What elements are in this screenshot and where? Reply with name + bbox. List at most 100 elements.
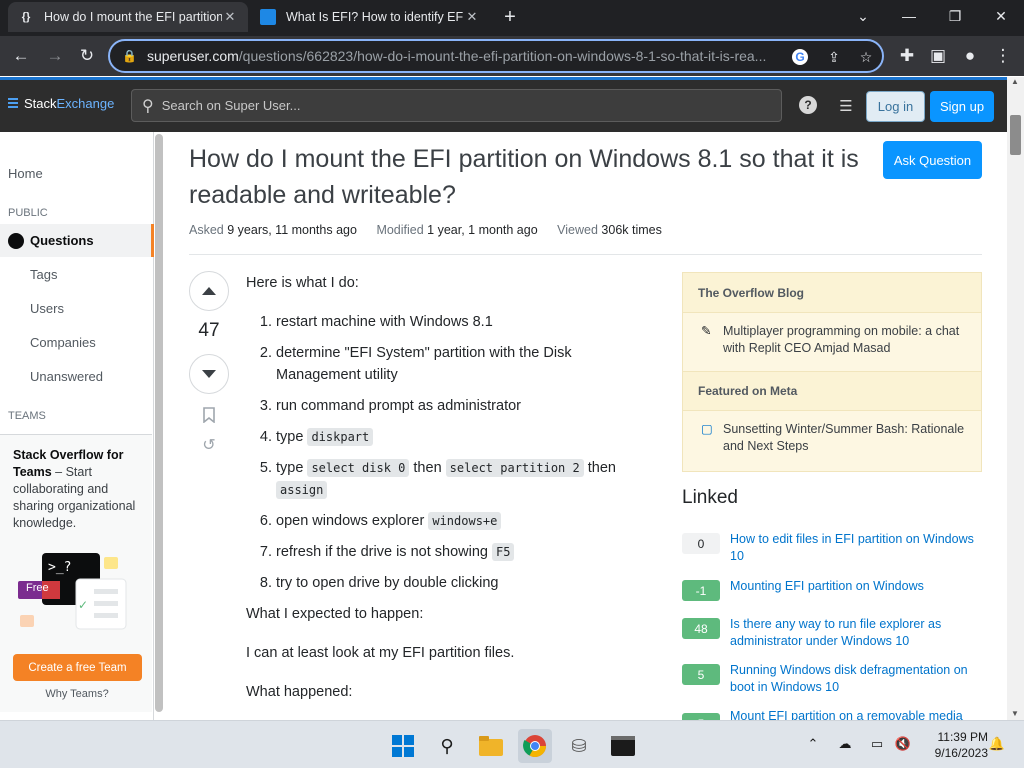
- share-icon[interactable]: ⇪: [824, 47, 844, 67]
- tab-superuser[interactable]: {} How do I mount the EFI partition on W…: [8, 2, 248, 32]
- restore-icon[interactable]: ❐: [932, 0, 978, 32]
- back-arrow-icon[interactable]: ←: [8, 44, 34, 68]
- side-panel-icon[interactable]: ▣: [925, 44, 951, 68]
- help-icon[interactable]: ?: [799, 96, 817, 114]
- taskbar-clock[interactable]: 11:39 PM 9/16/2023: [920, 729, 988, 761]
- viewed-value: 306k times: [601, 223, 662, 237]
- search-icon: ⚲: [142, 97, 154, 115]
- close-icon[interactable]: ✕: [464, 9, 480, 25]
- windows-taskbar: ⚲ ⛁ ⌃ ☁ ▭ 🔇 11:39 PM 9/16/2023 🔔: [0, 720, 1024, 768]
- viewed-label: Viewed: [557, 223, 598, 237]
- chevron-down-icon[interactable]: ⌄: [840, 0, 886, 32]
- divider: [189, 254, 982, 255]
- create-team-button[interactable]: Create a free Team: [13, 654, 142, 681]
- nav-home[interactable]: Home: [0, 166, 154, 181]
- scroll-thumb[interactable]: [1010, 115, 1021, 155]
- site-search[interactable]: ⚲: [131, 89, 782, 122]
- new-tab-plus-icon[interactable]: +: [498, 6, 522, 30]
- step-text: open windows explorer: [276, 513, 425, 529]
- volume-muted-icon[interactable]: 🔇: [894, 735, 912, 753]
- then-text: then: [413, 460, 442, 476]
- tab-title: How do I mount the EFI partition on Wind…: [44, 10, 222, 24]
- linked-link[interactable]: Mounting EFI partition on Windows: [730, 578, 984, 595]
- meta-item[interactable]: ▢ Sunsetting Winter/Summer Bash: Rationa…: [683, 411, 981, 465]
- app-package-icon[interactable]: ⛁: [562, 729, 596, 763]
- scroll-down-icon[interactable]: ▼: [1011, 709, 1019, 718]
- chrome-icon[interactable]: [518, 729, 552, 763]
- scroll-up-icon[interactable]: ▲: [1011, 77, 1019, 86]
- meta-item-text[interactable]: Sunsetting Winter/Summer Bash: Rationale…: [723, 421, 966, 455]
- network-icon[interactable]: ▭: [868, 735, 886, 753]
- window-close-icon[interactable]: ✕: [978, 0, 1024, 32]
- stackexchange-logo[interactable]: Stack Exchange: [8, 96, 114, 111]
- file-explorer-icon[interactable]: [474, 729, 508, 763]
- site-topbar: StackExchange ⚲ ? ☰ Log in Sign up: [0, 77, 1007, 132]
- tab-efi-article[interactable]: What Is EFI? How to identify EFI System …: [250, 2, 490, 32]
- page-scrollbar[interactable]: ▲ ▼: [1007, 77, 1024, 720]
- sidebar-scrollbar[interactable]: [154, 132, 164, 714]
- why-teams-link[interactable]: Why Teams?: [0, 688, 154, 700]
- free-badge: Free: [26, 582, 49, 594]
- asked-label: Asked: [189, 223, 224, 237]
- upvote-arrow-icon: [202, 287, 216, 295]
- stackexchange-logo-icon: [8, 97, 18, 110]
- address-bar[interactable]: 🔒 superuser.com/questions/662823/how-do-…: [108, 39, 884, 73]
- blog-heading: The Overflow Blog: [683, 273, 981, 313]
- svg-text:✓: ✓: [78, 598, 88, 612]
- upvote-button[interactable]: [189, 271, 229, 311]
- question-body: Here is what I do: restart machine with …: [246, 272, 656, 703]
- bookmark-star-icon[interactable]: ☆: [856, 47, 876, 67]
- windows-start-icon[interactable]: [386, 729, 420, 763]
- nav-questions[interactable]: Questions: [0, 224, 154, 257]
- minimize-icon[interactable]: —: [886, 0, 932, 32]
- terminal-icon[interactable]: [606, 729, 640, 763]
- signup-button[interactable]: Sign up: [930, 91, 994, 122]
- list-item: restart machine with Windows 8.1: [276, 311, 656, 333]
- list-item: try to open drive by double clicking: [276, 572, 656, 594]
- downvote-button[interactable]: [189, 354, 229, 394]
- linked-link[interactable]: Is there any way to run file explorer as…: [730, 616, 984, 650]
- profile-icon[interactable]: ●: [957, 44, 983, 68]
- ask-question-button[interactable]: Ask Question: [883, 141, 982, 179]
- url-domain: superuser.com: [146, 48, 239, 64]
- search-icon[interactable]: ⚲: [430, 729, 464, 763]
- linked-link[interactable]: Running Windows disk defragmentation on …: [730, 662, 984, 696]
- modified-value[interactable]: 1 year, 1 month ago: [427, 223, 538, 237]
- chevron-up-icon[interactable]: ⌃: [804, 735, 822, 753]
- reload-icon[interactable]: ↻: [74, 44, 100, 68]
- close-icon[interactable]: ✕: [222, 9, 238, 25]
- question-title[interactable]: How do I mount the EFI partition on Wind…: [189, 141, 879, 213]
- body-happened: What happened:: [246, 684, 353, 700]
- asked-value[interactable]: 9 years, 11 months ago: [227, 223, 357, 237]
- svg-text:>_?: >_?: [48, 560, 71, 575]
- body-expected: What I expected to happen:: [246, 606, 424, 622]
- forward-arrow-icon[interactable]: →: [42, 44, 68, 68]
- search-input[interactable]: [161, 98, 662, 113]
- linked-link[interactable]: Mount EFI partition on a removable media: [730, 710, 982, 720]
- sidebar-scroll-thumb[interactable]: [155, 134, 163, 712]
- vote-count: 47: [198, 320, 220, 341]
- list-item: run command prompt as administrator: [276, 395, 656, 417]
- extensions-puzzle-icon[interactable]: ✚: [894, 44, 920, 68]
- globe-icon: [8, 232, 24, 249]
- site-switcher-icon[interactable]: ☰: [836, 96, 856, 116]
- linked-item[interactable]: 5 Mount EFI partition on a removable med…: [682, 710, 982, 720]
- onedrive-cloud-icon[interactable]: ☁: [836, 735, 854, 753]
- blog-item[interactable]: ✎ Multiplayer programming on mobile: a c…: [683, 313, 981, 371]
- meta-heading: Featured on Meta: [683, 371, 981, 411]
- login-button[interactable]: Log in: [866, 91, 925, 122]
- step-text: determine "EFI System" partition with th…: [276, 345, 572, 383]
- linked-score: 5: [682, 713, 720, 720]
- notification-bell-icon[interactable]: 🔔: [988, 735, 1006, 753]
- list-item: type diskpart: [276, 426, 656, 448]
- google-icon[interactable]: G: [792, 49, 808, 65]
- step-text: restart machine with Windows 8.1: [276, 314, 493, 330]
- linked-score: 5: [682, 664, 720, 685]
- bookmark-icon[interactable]: [199, 405, 219, 425]
- history-icon[interactable]: ↺: [199, 435, 219, 455]
- step-text: type: [276, 429, 304, 445]
- overflow-blog-widget: The Overflow Blog ✎ Multiplayer programm…: [682, 272, 982, 472]
- blog-item-text[interactable]: Multiplayer programming on mobile: a cha…: [723, 323, 966, 361]
- menu-kebab-icon[interactable]: ⋮: [990, 44, 1016, 68]
- linked-link[interactable]: How to edit files in EFI partition on Wi…: [730, 531, 984, 565]
